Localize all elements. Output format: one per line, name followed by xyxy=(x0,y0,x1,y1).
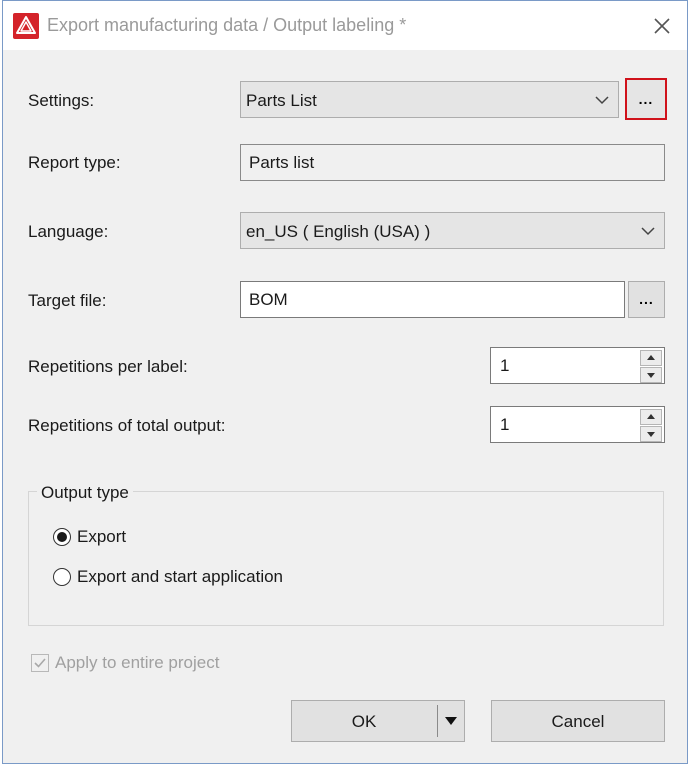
radio-export-and-start[interactable]: Export and start application xyxy=(53,567,283,587)
language-combo[interactable]: en_US ( English (USA) ) xyxy=(240,212,665,249)
repetitions-per-label-spinner[interactable]: 1 xyxy=(490,347,665,384)
window-title: Export manufacturing data / Output label… xyxy=(47,15,407,35)
ok-button[interactable]: OK xyxy=(291,700,465,742)
target-file-label: Target file: xyxy=(28,291,107,310)
repetitions-per-label-label: Repetitions per label: xyxy=(28,357,188,376)
radio-button-checked[interactable] xyxy=(53,528,71,546)
chevron-down-icon xyxy=(641,227,655,236)
report-type-label: Report type: xyxy=(28,153,121,172)
output-type-title: Output type xyxy=(37,483,133,503)
settings-combo[interactable]: Parts List xyxy=(240,81,619,118)
spin-down-button[interactable] xyxy=(640,367,662,383)
spin-up-button[interactable] xyxy=(640,350,662,366)
checkbox-box[interactable] xyxy=(31,654,49,672)
cancel-label: Cancel xyxy=(551,712,605,731)
arrow-down-icon xyxy=(647,432,655,437)
repetitions-total-label: Repetitions of total output: xyxy=(28,416,226,435)
settings-browse-button[interactable]: ... xyxy=(625,78,667,120)
arrow-down-icon xyxy=(647,373,655,378)
ok-label: OK xyxy=(351,712,377,731)
target-file-field[interactable]: BOM xyxy=(240,281,625,318)
target-file-value: BOM xyxy=(249,290,288,309)
warning-triangle-icon xyxy=(13,13,39,39)
checkmark-icon xyxy=(34,658,46,668)
arrow-up-icon xyxy=(647,414,655,419)
export-dialog: Export manufacturing data / Output label… xyxy=(2,0,688,764)
output-type-group xyxy=(28,491,664,626)
report-type-field[interactable]: Parts list xyxy=(240,144,665,181)
settings-value: Parts List xyxy=(246,91,317,110)
chevron-down-icon xyxy=(595,96,609,105)
radio-export-label: Export xyxy=(77,527,127,546)
settings-browse-label: ... xyxy=(638,91,654,107)
apply-entire-project-checkbox[interactable]: Apply to entire project xyxy=(31,653,219,673)
language-value: en_US ( English (USA) ) xyxy=(246,222,431,241)
radio-button[interactable] xyxy=(53,568,71,586)
cancel-button[interactable]: Cancel xyxy=(491,700,665,742)
split-divider xyxy=(437,705,438,737)
radio-export[interactable]: Export xyxy=(53,527,126,547)
spin-up-button[interactable] xyxy=(640,409,662,425)
report-type-value: Parts list xyxy=(249,153,315,172)
close-button[interactable] xyxy=(645,9,679,43)
dropdown-arrow-icon[interactable] xyxy=(444,716,458,726)
title-bar: Export manufacturing data / Output label… xyxy=(3,1,687,50)
language-label: Language: xyxy=(28,222,109,241)
settings-label: Settings: xyxy=(28,91,95,110)
spin-down-button[interactable] xyxy=(640,426,662,442)
radio-export-and-start-label: Export and start application xyxy=(77,567,284,586)
target-file-browse-button[interactable]: ... xyxy=(628,281,665,318)
apply-entire-project-label: Apply to entire project xyxy=(55,653,220,672)
close-icon xyxy=(654,18,670,34)
target-file-browse-label: ... xyxy=(639,291,654,307)
repetitions-total-spinner[interactable]: 1 xyxy=(490,406,665,443)
arrow-up-icon xyxy=(647,355,655,360)
repetitions-per-label-value: 1 xyxy=(500,356,510,375)
repetitions-total-value: 1 xyxy=(500,415,510,434)
